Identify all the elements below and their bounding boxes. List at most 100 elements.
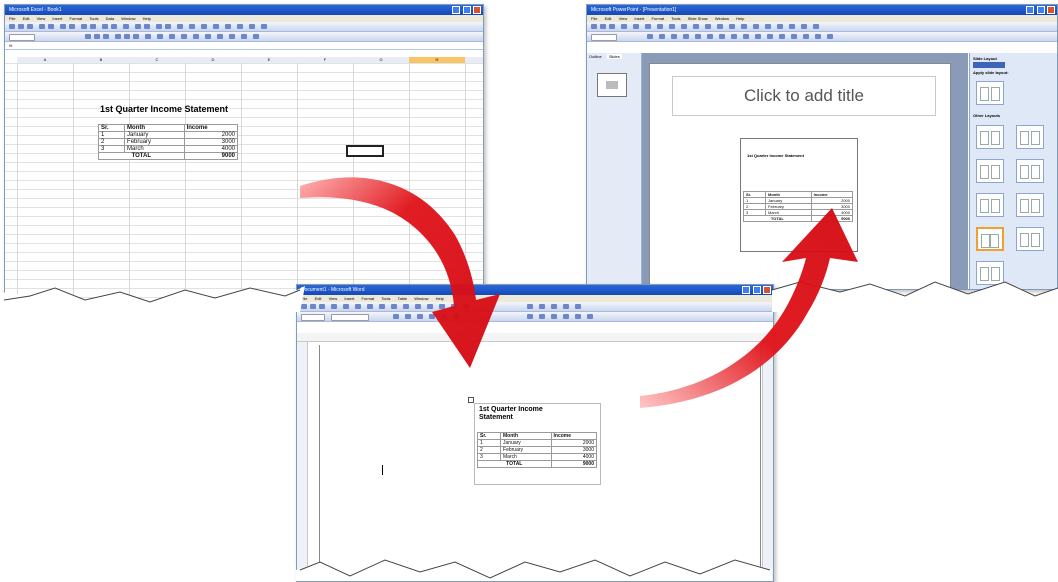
word-formatting-toolbar[interactable] xyxy=(297,312,773,322)
minimize-button[interactable] xyxy=(1026,6,1035,14)
ppt-standard-toolbar[interactable] xyxy=(587,22,1057,32)
menu-file[interactable]: File xyxy=(591,16,597,21)
cell[interactable]: 2 xyxy=(476,446,502,454)
menu-help[interactable]: Help xyxy=(736,16,744,21)
tab-slides[interactable]: Slides xyxy=(606,54,622,59)
menu-edit[interactable]: Edit xyxy=(315,296,322,301)
word-window[interactable]: Document1 - Microsoft Word File Edit Vie… xyxy=(296,284,774,582)
ppt-formatting-toolbar[interactable] xyxy=(587,32,1057,42)
excel-standard-toolbar[interactable] xyxy=(5,22,483,32)
cell[interactable]: March xyxy=(500,453,552,461)
header-cell[interactable]: Sr. xyxy=(476,432,502,440)
layout-option[interactable] xyxy=(976,261,1004,285)
layout-option[interactable] xyxy=(1016,125,1044,149)
header-cell[interactable]: Income xyxy=(550,432,598,440)
excel-window[interactable]: Microsoft Excel - Book1 File Edit View I… xyxy=(4,4,484,306)
vertical-ruler[interactable] xyxy=(297,342,308,581)
close-button[interactable] xyxy=(1047,6,1055,14)
powerpoint-window[interactable]: Microsoft PowerPoint - [Presentation1] F… xyxy=(586,4,1058,290)
menu-tools[interactable]: Tools xyxy=(671,16,680,21)
layout-option[interactable] xyxy=(976,81,1004,105)
menu-window[interactable]: Window xyxy=(414,296,428,301)
active-cell[interactable] xyxy=(346,145,384,157)
menu-window[interactable]: Window xyxy=(121,16,135,21)
menu-view[interactable]: View xyxy=(619,16,628,21)
excel-formula-bar[interactable]: I9 xyxy=(5,42,483,50)
header-cell[interactable]: Month xyxy=(500,432,552,440)
slide-layout-task-pane[interactable]: Slide Layout Apply slide layout: Other L… xyxy=(969,53,1057,289)
cell[interactable]: 3 xyxy=(97,145,126,153)
menu-insert[interactable]: Insert xyxy=(52,16,62,21)
total-value[interactable]: 9000 xyxy=(810,215,854,222)
worksheet-grid[interactable] xyxy=(5,63,483,305)
layout-option-selected[interactable] xyxy=(976,227,1004,251)
cell[interactable]: 3 xyxy=(476,453,502,461)
menu-edit[interactable]: Edit xyxy=(23,16,30,21)
horizontal-ruler[interactable] xyxy=(297,333,773,342)
document-page[interactable]: 1st Quarter Income Statement Sr. Month Inc… xyxy=(319,345,761,581)
word-standard-toolbar[interactable] xyxy=(297,302,773,312)
cell[interactable]: 2 xyxy=(97,138,126,146)
word-vertical-scrollbar[interactable] xyxy=(762,342,773,581)
slide-canvas[interactable]: Click to add title 1st Quarter Income St… xyxy=(649,63,951,289)
menu-insert[interactable]: Insert xyxy=(344,296,354,301)
menu-view[interactable]: View xyxy=(329,296,338,301)
menu-edit[interactable]: Edit xyxy=(605,16,612,21)
cell[interactable]: March xyxy=(124,145,185,153)
menu-table[interactable]: Table xyxy=(398,296,408,301)
menu-help[interactable]: Help xyxy=(436,296,444,301)
cell[interactable]: February xyxy=(124,138,185,146)
total-value[interactable]: 9000 xyxy=(550,460,598,468)
layout-option[interactable] xyxy=(976,159,1004,183)
header-cell[interactable]: Income xyxy=(183,124,239,132)
maximize-button[interactable] xyxy=(462,6,471,14)
minimize-button[interactable] xyxy=(452,6,461,14)
header-cell[interactable]: Month xyxy=(124,124,185,132)
word-title-bar[interactable]: Document1 - Microsoft Word xyxy=(297,285,773,295)
excel-formatting-toolbar[interactable] xyxy=(5,32,483,42)
excel-title-bar[interactable]: Microsoft Excel - Book1 xyxy=(5,5,483,15)
maximize-button[interactable] xyxy=(752,286,761,294)
cell[interactable]: 4000 xyxy=(183,145,239,153)
cell[interactable]: 3000 xyxy=(550,446,598,454)
menu-view[interactable]: View xyxy=(37,16,46,21)
menu-window[interactable]: Window xyxy=(715,16,729,21)
embedded-table-object[interactable]: 1st Quarter Income Statement Sr. Month Inc… xyxy=(740,138,858,252)
total-label[interactable]: TOTAL xyxy=(477,460,552,468)
cell[interactable]: 1 xyxy=(476,439,502,447)
total-label[interactable]: TOTAL xyxy=(98,152,185,160)
title-placeholder[interactable]: Click to add title xyxy=(672,76,936,116)
embedded-table-object[interactable]: 1st Quarter Income Statement Sr. Month Inc… xyxy=(474,403,601,485)
cell[interactable]: 2000 xyxy=(183,131,239,139)
tab-outline[interactable]: Outline xyxy=(589,54,602,59)
menu-help[interactable]: Help xyxy=(143,16,151,21)
menu-file[interactable]: File xyxy=(9,16,15,21)
cell[interactable]: 2000 xyxy=(550,439,598,447)
menu-tools[interactable]: Tools xyxy=(89,16,98,21)
menu-slide-show[interactable]: Slide Show xyxy=(688,16,708,21)
menu-format[interactable]: Format xyxy=(69,16,82,21)
layout-option[interactable] xyxy=(1016,159,1044,183)
minimize-button[interactable] xyxy=(742,286,751,294)
layout-option[interactable] xyxy=(976,193,1004,217)
menu-data[interactable]: Data xyxy=(106,16,114,21)
menu-tools[interactable]: Tools xyxy=(381,296,390,301)
cell[interactable]: 4000 xyxy=(550,453,598,461)
cell[interactable]: February xyxy=(500,446,552,454)
maximize-button[interactable] xyxy=(1036,6,1045,14)
menu-format[interactable]: Format xyxy=(361,296,374,301)
layout-option[interactable] xyxy=(1016,227,1044,251)
close-button[interactable] xyxy=(763,286,771,294)
menu-file[interactable]: File xyxy=(301,296,307,301)
layout-option[interactable] xyxy=(976,125,1004,149)
total-value[interactable]: 9000 xyxy=(183,152,239,160)
menu-format[interactable]: Format xyxy=(651,16,664,21)
menu-insert[interactable]: Insert xyxy=(634,16,644,21)
total-label[interactable]: TOTAL xyxy=(743,215,812,222)
slide-thumbnail[interactable] xyxy=(597,73,627,97)
layout-option[interactable] xyxy=(1016,193,1044,217)
cell[interactable]: January xyxy=(124,131,185,139)
close-button[interactable] xyxy=(473,6,481,14)
header-cell[interactable]: Sr. xyxy=(97,124,126,132)
cell[interactable]: 1 xyxy=(97,131,126,139)
